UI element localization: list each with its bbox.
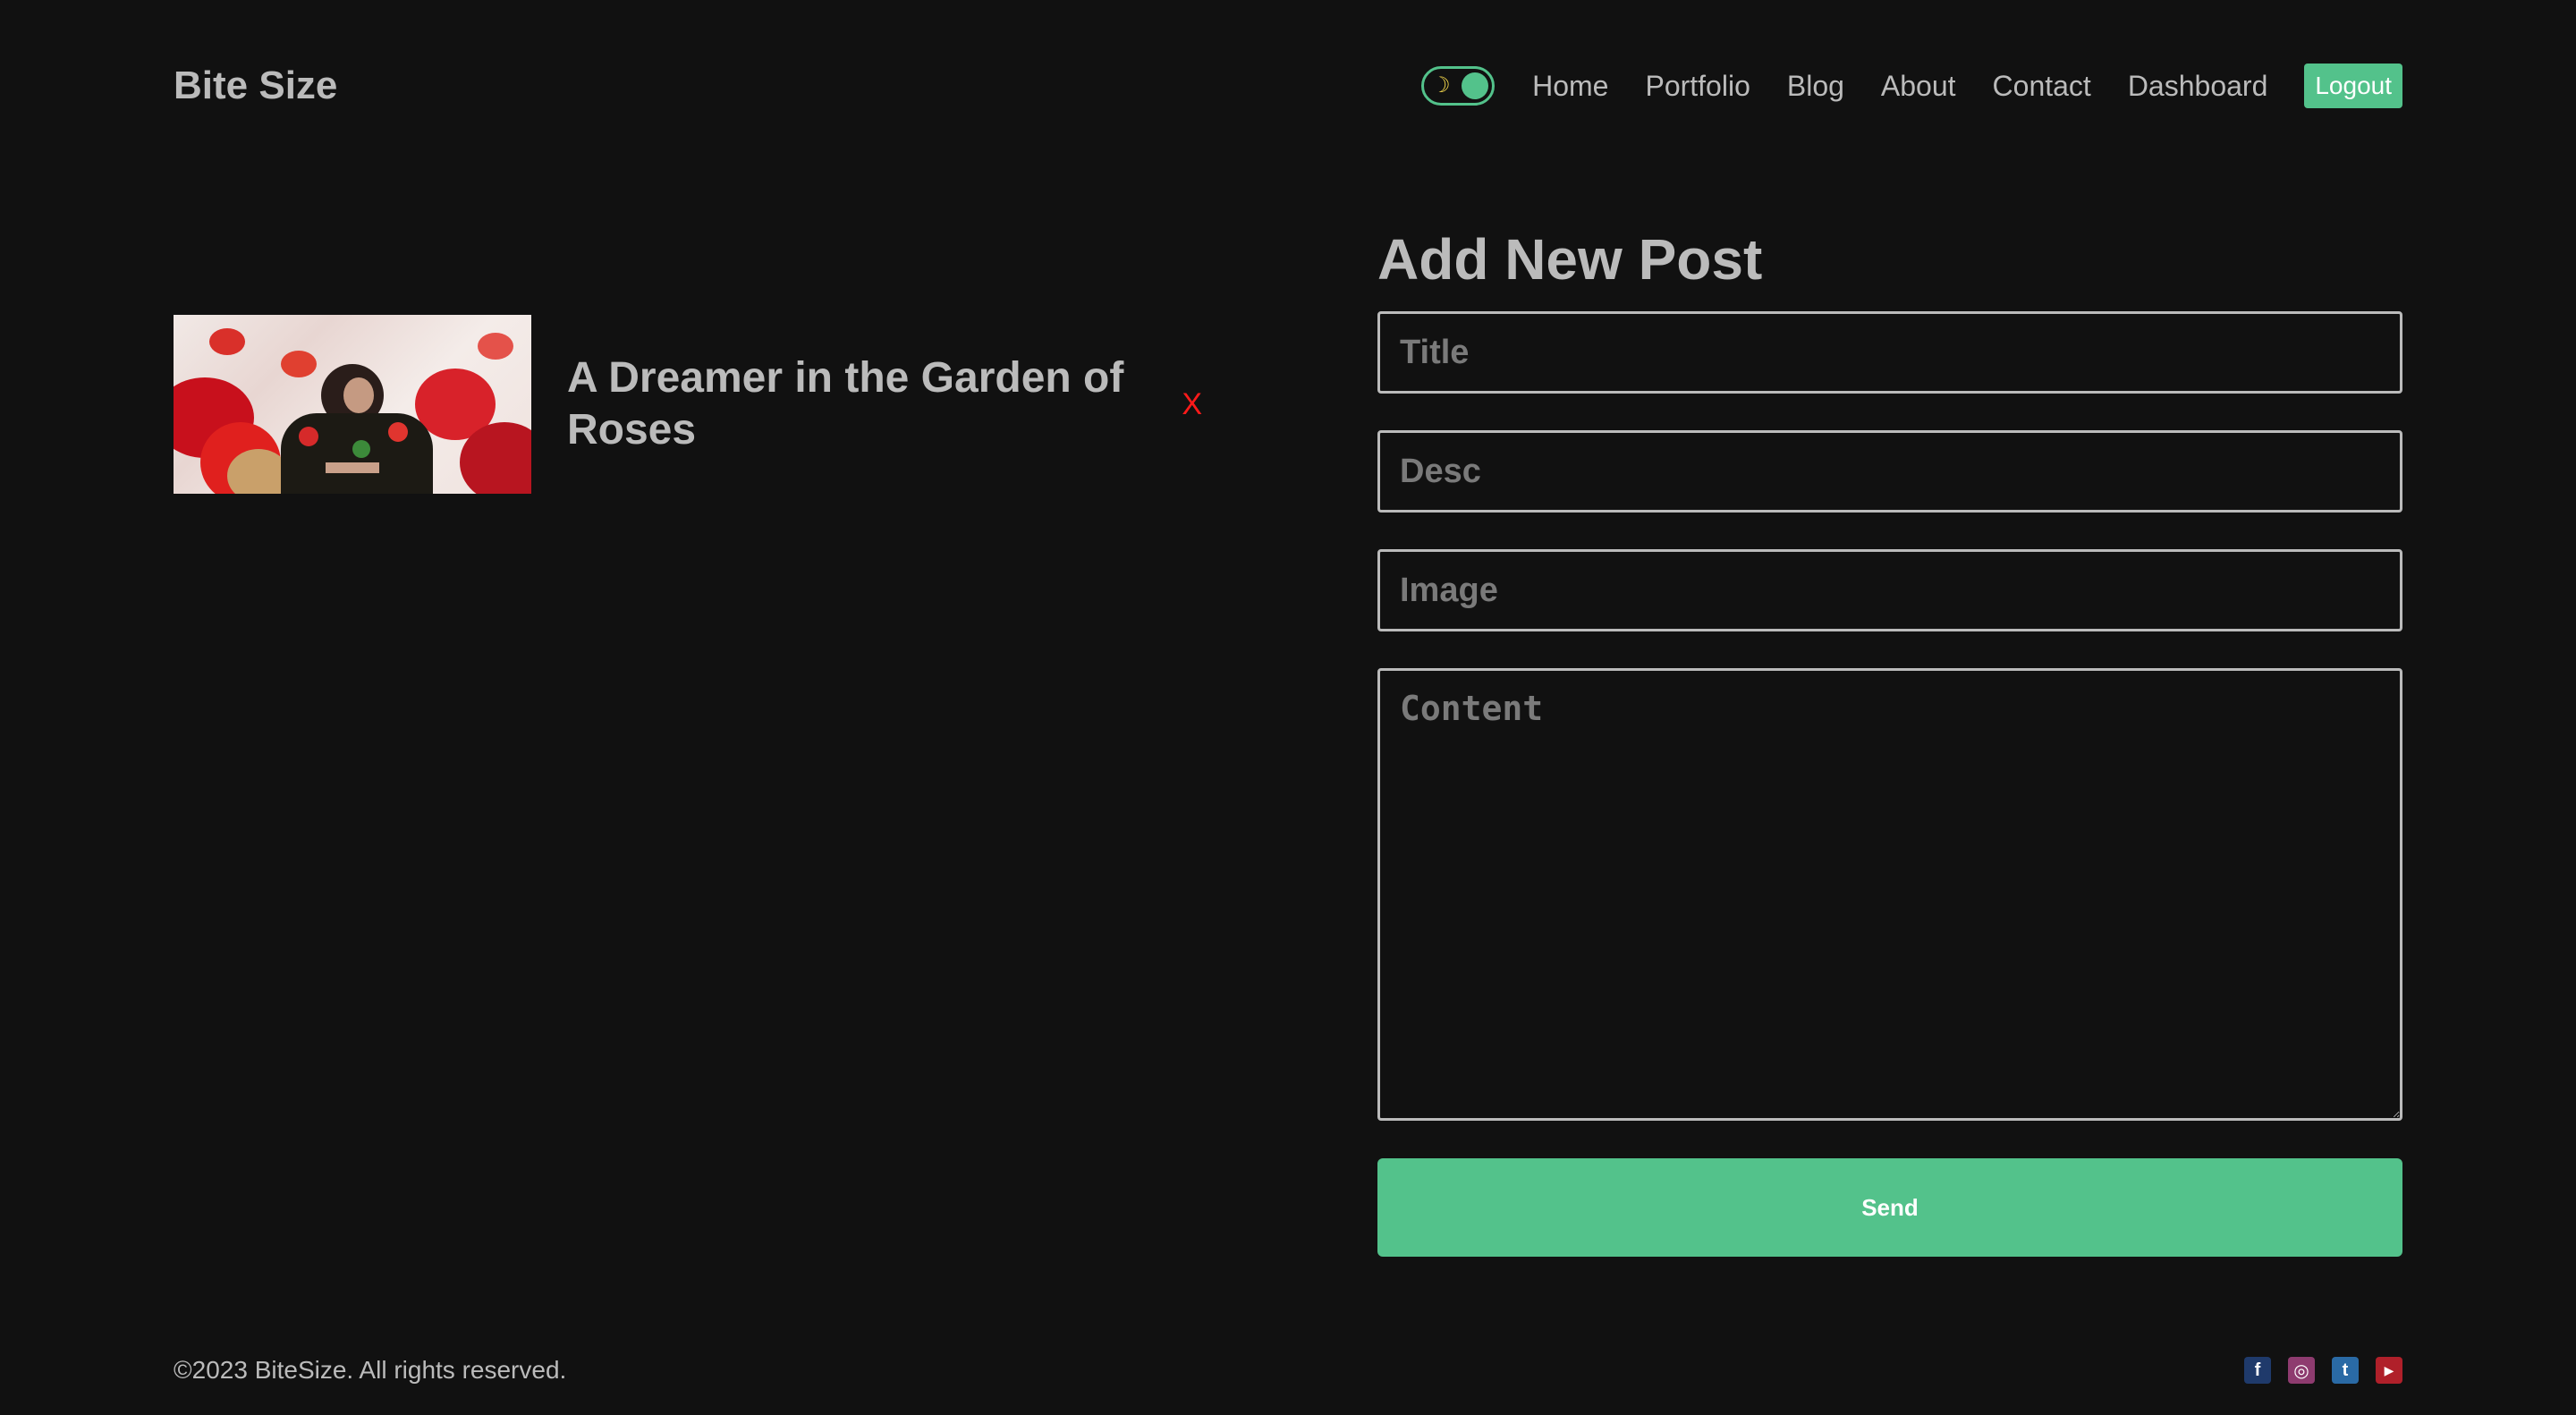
footer: ©2023 BiteSize. All rights reserved. f ◎… <box>174 1352 2402 1388</box>
theme-toggle[interactable]: ☽ <box>1421 66 1496 106</box>
logout-button[interactable]: Logout <box>2304 64 2402 108</box>
post-item: A Dreamer in the Garden of Roses X <box>174 315 1202 494</box>
site-logo[interactable]: Bite Size <box>174 64 337 108</box>
title-input[interactable] <box>1377 311 2402 394</box>
post-title[interactable]: A Dreamer in the Garden of Roses <box>567 352 1155 456</box>
nav-blog[interactable]: Blog <box>1787 70 1844 103</box>
twitter-icon[interactable]: t <box>2332 1357 2359 1384</box>
send-button[interactable]: Send <box>1377 1158 2402 1257</box>
form-heading: Add New Post <box>1377 227 1763 292</box>
content-textarea[interactable] <box>1377 668 2402 1121</box>
youtube-icon[interactable]: ▶ <box>2376 1357 2402 1384</box>
nav-dashboard[interactable]: Dashboard <box>2128 70 2268 103</box>
moon-icon: ☽ <box>1431 73 1451 97</box>
delete-post-button[interactable]: X <box>1182 387 1202 422</box>
main-nav: ☽ Home Portfolio Blog About Contact Dash… <box>1421 64 2402 108</box>
page: Bite Size ☽ Home Portfolio Blog About Co… <box>0 0 2576 1415</box>
social-links: f ◎ t ▶ <box>2227 1357 2402 1384</box>
toggle-knob <box>1462 72 1489 99</box>
facebook-icon[interactable]: f <box>2244 1357 2271 1384</box>
instagram-icon[interactable]: ◎ <box>2288 1357 2315 1384</box>
nav-about[interactable]: About <box>1881 70 1956 103</box>
nav-contact[interactable]: Contact <box>1993 70 2091 103</box>
header: Bite Size ☽ Home Portfolio Blog About Co… <box>174 57 2402 114</box>
copyright-text: ©2023 BiteSize. All rights reserved. <box>174 1356 567 1384</box>
desc-input[interactable] <box>1377 430 2402 513</box>
post-thumbnail <box>174 315 531 494</box>
add-post-form: Add New Post Send <box>1377 225 2402 1257</box>
image-input[interactable] <box>1377 549 2402 631</box>
nav-portfolio[interactable]: Portfolio <box>1645 70 1750 103</box>
nav-home[interactable]: Home <box>1532 70 1608 103</box>
